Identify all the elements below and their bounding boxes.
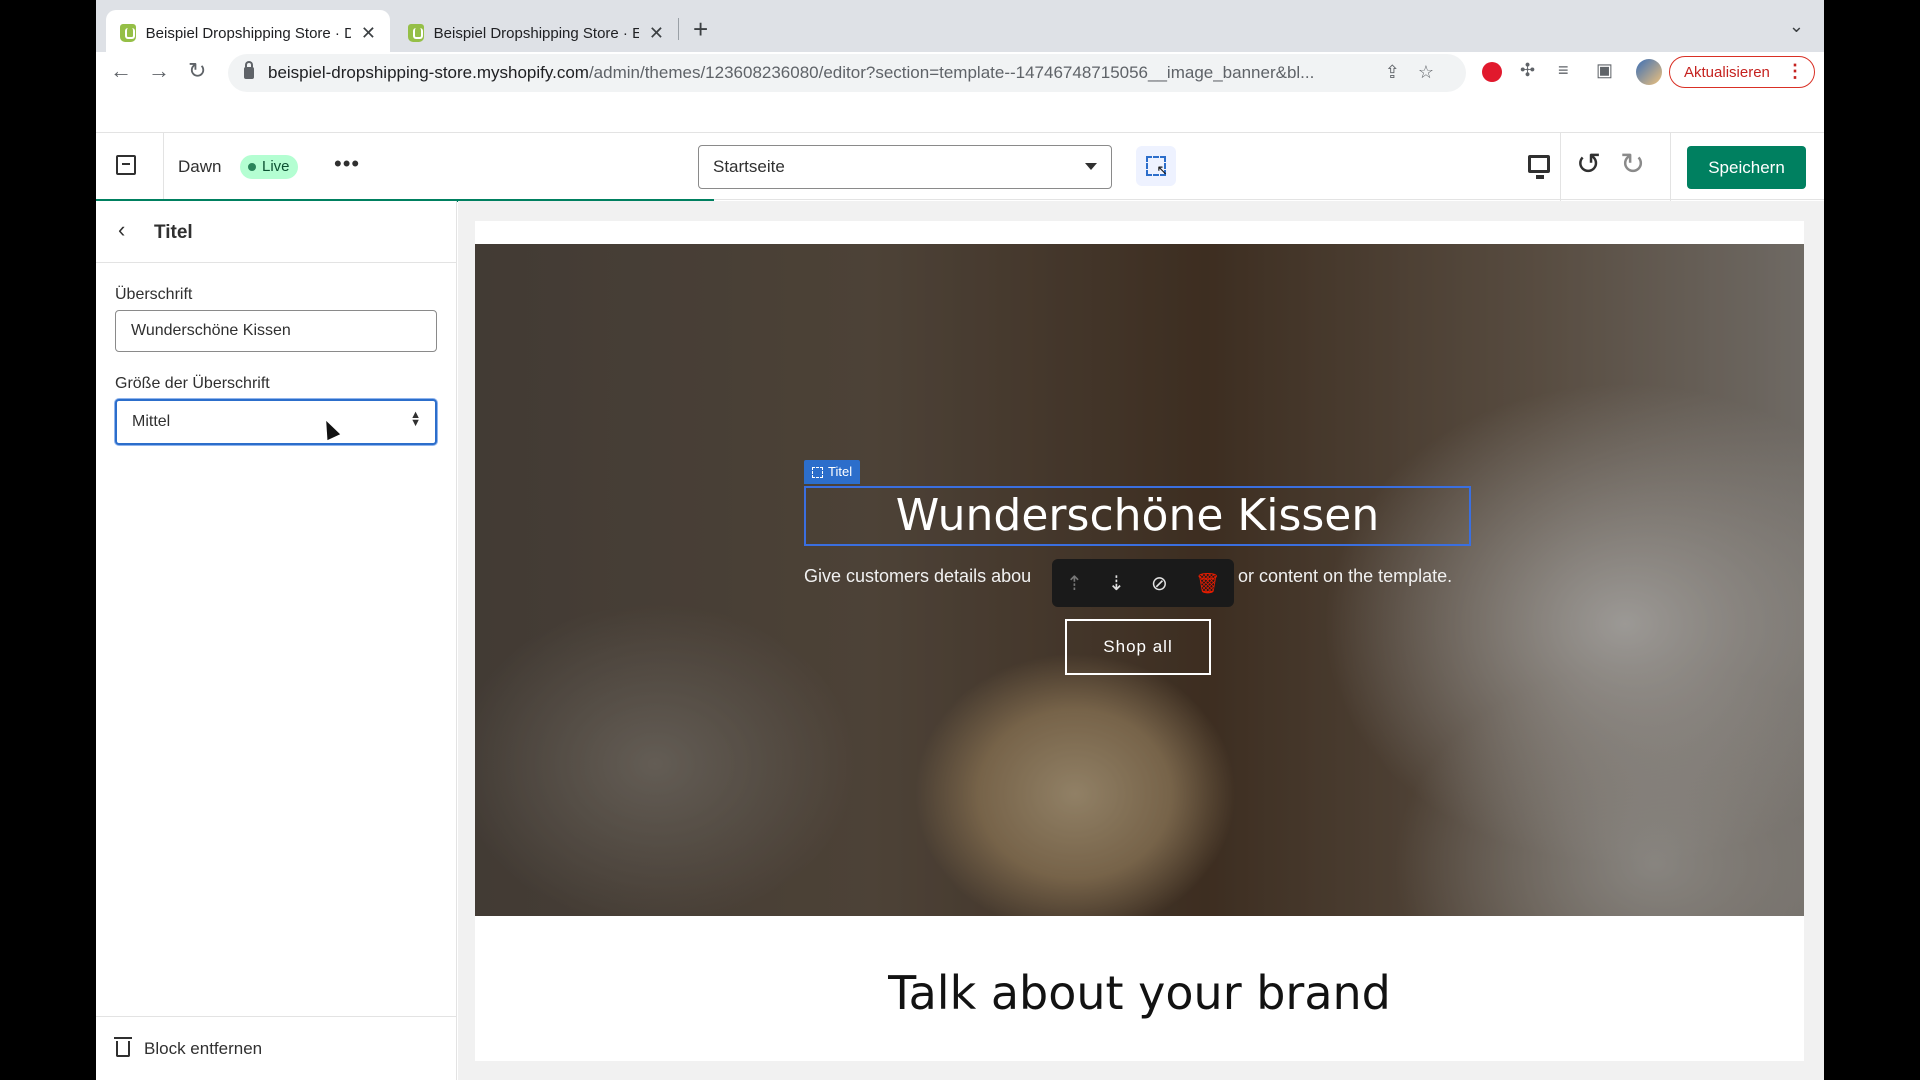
sidebar-footer: Block entfernen bbox=[96, 1016, 457, 1080]
brand-text-cut bbox=[695, 1053, 1595, 1061]
shopify-favicon-icon bbox=[408, 24, 424, 42]
move-down-icon[interactable]: ⇣ bbox=[1108, 571, 1125, 596]
more-actions-icon[interactable]: ••• bbox=[334, 151, 360, 177]
shop-all-button[interactable]: Shop all bbox=[1065, 619, 1211, 675]
select-arrows-icon: ▲ ▼ bbox=[410, 409, 421, 429]
editor-topbar: Dawn Live ••• Startseite ↺ ↻ Speichern bbox=[96, 132, 1824, 202]
block-tag: Titel bbox=[804, 460, 861, 484]
brand-heading[interactable]: Talk about your brand bbox=[475, 966, 1804, 1020]
address-bar[interactable]: beispiel-dropshipping-store.myshopify.co… bbox=[228, 54, 1466, 92]
heading-input-value: Wunderschöne Kissen bbox=[131, 322, 291, 339]
avatar[interactable] bbox=[1636, 59, 1662, 85]
page-select-value: Startseite bbox=[713, 157, 785, 176]
heading-label: Überschrift bbox=[115, 286, 193, 303]
tab-title: Beispiel Dropshipping Store · E bbox=[433, 24, 639, 42]
hero-subtext-right: or content on the template. bbox=[1238, 566, 1453, 586]
block-toolbar: ⇡ ⇣ ⊘ 🗑 bbox=[1052, 559, 1234, 607]
shopify-favicon-icon bbox=[120, 24, 136, 42]
move-up-icon[interactable]: ⇡ bbox=[1066, 571, 1083, 596]
hero-heading[interactable]: Wunderschöne Kissen bbox=[804, 488, 1471, 544]
undo-icon[interactable]: ↺ bbox=[1576, 147, 1601, 182]
hide-icon[interactable]: ⊘ bbox=[1151, 571, 1168, 596]
delete-icon[interactable]: 🗑 bbox=[1195, 571, 1220, 596]
page-select[interactable]: Startseite bbox=[698, 145, 1112, 189]
redo-icon[interactable]: ↻ bbox=[1620, 147, 1645, 182]
update-label: Aktualisieren bbox=[1684, 63, 1770, 81]
settings-sidebar: ‹ Titel Überschrift Wunderschöne Kissen … bbox=[96, 201, 457, 1080]
store-preview: Titel Wunderschöne Kissen Give customers… bbox=[475, 221, 1804, 1061]
remove-block-button[interactable]: Block entfernen bbox=[144, 1039, 262, 1059]
heading-size-select[interactable]: Mittel ▲ ▼ bbox=[115, 399, 437, 445]
image-banner[interactable]: Titel Wunderschöne Kissen Give customers… bbox=[475, 244, 1804, 916]
opera-extension-icon[interactable] bbox=[1482, 62, 1502, 82]
close-icon[interactable]: ✕ bbox=[649, 23, 664, 44]
share-bookmark-icons[interactable]: ⇪☆ bbox=[1385, 62, 1452, 83]
live-badge: Live bbox=[240, 155, 298, 179]
sidepanel-icon[interactable]: ▣ bbox=[1596, 60, 1613, 81]
close-icon[interactable]: ✕ bbox=[361, 23, 376, 44]
tab-separator bbox=[678, 18, 679, 40]
back-chevron-icon[interactable]: ‹ bbox=[118, 217, 125, 243]
hero-subtext-left: Give customers details abou bbox=[804, 566, 1032, 586]
media-icon[interactable]: ≡ bbox=[1558, 60, 1569, 81]
sidebar-title: Titel bbox=[154, 222, 193, 243]
reload-icon[interactable]: ↻ bbox=[188, 58, 206, 84]
tab-title: Beispiel Dropshipping Store · D bbox=[145, 24, 351, 42]
tab-search-chevron-icon[interactable]: ⌄ bbox=[1789, 16, 1804, 37]
lock-icon bbox=[244, 61, 254, 79]
url-path: /admin/themes/123608236080/editor?sectio… bbox=[588, 63, 1315, 82]
exit-editor-icon[interactable] bbox=[116, 155, 136, 175]
caret-down-icon bbox=[1085, 163, 1097, 170]
forward-icon[interactable]: → bbox=[148, 58, 170, 84]
kebab-menu-icon[interactable]: ⋮ bbox=[1786, 61, 1804, 82]
tab-inactive[interactable]: Beispiel Dropshipping Store · E ✕ bbox=[394, 10, 678, 56]
back-icon[interactable]: ← bbox=[110, 58, 132, 84]
update-button[interactable]: Aktualisieren ⋮ bbox=[1669, 56, 1815, 88]
puzzle-icon[interactable]: ✣ bbox=[1520, 60, 1535, 81]
save-button[interactable]: Speichern bbox=[1687, 146, 1806, 189]
sidebar-header: ‹ Titel bbox=[96, 201, 457, 263]
tab-strip: Beispiel Dropshipping Store · D ✕ Beispi… bbox=[96, 0, 1824, 56]
preview-area: Titel Wunderschöne Kissen Give customers… bbox=[458, 201, 1824, 1080]
divider bbox=[163, 133, 164, 201]
browser-window: Beispiel Dropshipping Store · D ✕ Beispi… bbox=[96, 0, 1824, 1080]
trash-icon bbox=[114, 1037, 132, 1057]
divider bbox=[1560, 133, 1561, 201]
desktop-preview-icon[interactable] bbox=[1528, 155, 1550, 179]
size-label: Größe der Überschrift bbox=[115, 375, 270, 392]
url-host: beispiel-dropshipping-store.myshopify.co… bbox=[268, 63, 589, 82]
divider bbox=[1670, 133, 1671, 201]
theme-name: Dawn bbox=[178, 157, 222, 176]
tab-active[interactable]: Beispiel Dropshipping Store · D ✕ bbox=[106, 10, 390, 56]
heading-size-value: Mittel bbox=[132, 413, 171, 430]
new-tab-button[interactable]: + bbox=[693, 14, 708, 45]
heading-input[interactable]: Wunderschöne Kissen bbox=[115, 310, 437, 352]
inspector-icon[interactable] bbox=[1136, 146, 1176, 186]
